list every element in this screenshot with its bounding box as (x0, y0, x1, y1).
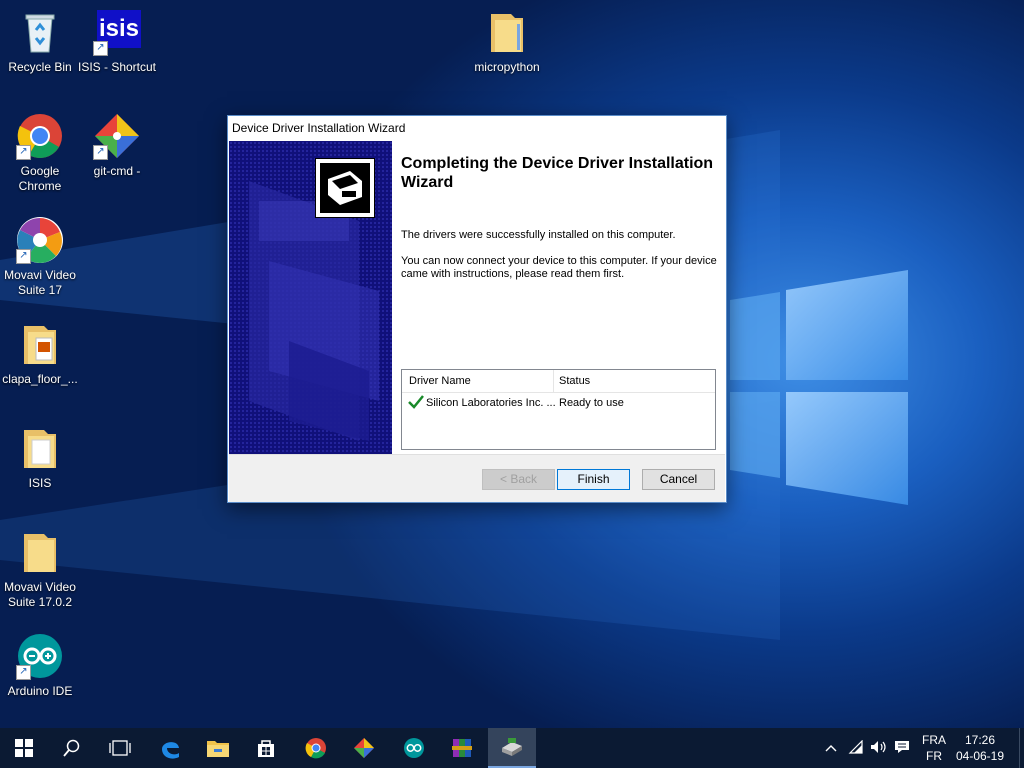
driver-wizard-dialog[interactable]: Device Driver Installation Wizard Comple… (227, 115, 727, 503)
taskbar-chrome[interactable] (292, 728, 340, 768)
recycle-bin-icon (16, 8, 64, 56)
start-icon (15, 739, 33, 757)
git-icon: ↗ (93, 112, 141, 160)
taskbar-file-explorer[interactable] (194, 728, 242, 768)
icon-label: ISIS (28, 476, 52, 490)
shortcut-arrow-icon: ↗ (16, 249, 31, 264)
folder-icon (16, 320, 64, 368)
table-row[interactable]: Silicon Laboratories Inc. ... Ready to u… (402, 393, 715, 411)
start-button[interactable] (0, 728, 48, 768)
dialog-button-bar: < Back Finish Cancel (229, 454, 725, 502)
search-icon (63, 739, 80, 757)
taskbar-edge[interactable] (146, 728, 194, 768)
chrome-icon (305, 738, 326, 759)
taskbar-arduino[interactable] (390, 728, 438, 768)
icon-label: Movavi Video Suite 17.0.2 (4, 580, 76, 609)
arduino-icon (404, 738, 424, 758)
icon-label: Arduino IDE (7, 684, 73, 698)
desktop-icon-isis-shortcut[interactable]: isis ↗ ISIS - Shortcut (77, 8, 157, 75)
success-message: The drivers were successfully installed … (401, 229, 676, 241)
column-header-driver-name[interactable]: Driver Name (409, 375, 471, 387)
wifi-icon[interactable] (844, 739, 868, 757)
input-language-indicator[interactable]: FRA FR (919, 732, 949, 764)
shortcut-arrow-icon: ↗ (93, 145, 108, 160)
winrar-icon (452, 739, 472, 757)
driver-name-cell: Silicon Laboratories Inc. ... (426, 397, 556, 409)
back-button[interactable]: < Back (482, 469, 555, 490)
shortcut-arrow-icon: ↗ (16, 665, 31, 680)
icon-label: micropython (474, 60, 540, 74)
show-desktop-button[interactable] (1019, 728, 1024, 768)
finish-button[interactable]: Finish (557, 469, 630, 490)
folder-icon (16, 424, 64, 472)
cancel-button[interactable]: Cancel (642, 469, 715, 490)
desktop-icon-movavi-video-suite-1702[interactable]: Movavi Video Suite 17.0.2 (0, 528, 80, 610)
volume-icon[interactable] (868, 740, 890, 757)
driver-installer-icon (502, 738, 522, 756)
computer-hardware-icon (315, 158, 375, 218)
clock-time: 17:26 (964, 733, 996, 747)
icon-label: Google Chrome (18, 164, 62, 193)
desktop-icon-git-cmd[interactable]: ↗ git-cmd - (77, 112, 157, 179)
taskbar-driver-installer[interactable] (488, 728, 536, 768)
icon-label: Movavi Video Suite 17 (4, 268, 76, 297)
icon-label: ISIS - Shortcut (77, 60, 157, 74)
isis-icon: isis ↗ (93, 8, 141, 56)
dialog-title[interactable]: Device Driver Installation Wizard (228, 116, 726, 140)
taskbar-store[interactable] (242, 728, 290, 768)
taskbar-clock[interactable]: 17:26 04-06-19 (952, 732, 1008, 764)
chevron-up-icon[interactable] (822, 741, 840, 755)
folder-icon (16, 528, 64, 576)
keyboard-layout-code: FR (926, 749, 942, 763)
language-code: FRA (922, 733, 946, 747)
checkmark-icon (408, 395, 424, 412)
movavi-icon: ↗ (16, 216, 64, 264)
task-view-button[interactable] (96, 728, 144, 768)
store-icon (258, 740, 274, 757)
desktop-icon-movavi-video-suite-17[interactable]: ↗ Movavi Video Suite 17 (0, 216, 80, 298)
search-button[interactable] (48, 728, 96, 768)
table-header: Driver Name Status (402, 370, 715, 393)
taskbar: FRA FR 17:26 04-06-19 (0, 728, 1024, 768)
desktop-icon-isis-folder[interactable]: ISIS (0, 424, 80, 491)
system-tray (822, 728, 914, 768)
task-view-icon (109, 740, 131, 756)
driver-status-cell: Ready to use (559, 397, 624, 409)
desktop-icon-recycle-bin[interactable]: Recycle Bin (0, 8, 80, 75)
file-explorer-icon (207, 741, 229, 757)
driver-list-table[interactable]: Driver Name Status Silicon Laboratories … (401, 369, 716, 450)
icon-label: git-cmd - (93, 164, 141, 178)
icon-label: Recycle Bin (8, 60, 72, 74)
taskbar-winrar[interactable] (438, 728, 486, 768)
icon-label: clapa_floor_... (2, 372, 78, 386)
desktop-icon-google-chrome[interactable]: ↗ Google Chrome (0, 112, 80, 194)
desktop-icon-micropython[interactable]: micropython (467, 8, 547, 75)
taskbar-git[interactable] (340, 728, 388, 768)
column-header-status[interactable]: Status (559, 375, 590, 387)
edge-icon (162, 742, 179, 759)
desktop-icon-clapa-floor[interactable]: clapa_floor_... (0, 320, 80, 387)
git-icon (354, 738, 374, 758)
desktop-icon-arduino-ide[interactable]: ↗ Arduino IDE (0, 632, 80, 699)
arduino-icon: ↗ (16, 632, 64, 680)
shortcut-arrow-icon: ↗ (93, 41, 108, 56)
instructions-message: You can now connect your device to this … (401, 255, 717, 280)
clock-date: 04-06-19 (955, 749, 1005, 763)
column-separator[interactable] (553, 370, 554, 392)
wizard-sidebar-image (229, 141, 392, 454)
folder-icon (483, 8, 531, 56)
wizard-heading: Completing the Device Driver Installatio… (401, 155, 714, 191)
shortcut-arrow-icon: ↗ (16, 145, 31, 160)
notifications-icon[interactable] (890, 740, 914, 757)
chrome-icon: ↗ (16, 112, 64, 160)
